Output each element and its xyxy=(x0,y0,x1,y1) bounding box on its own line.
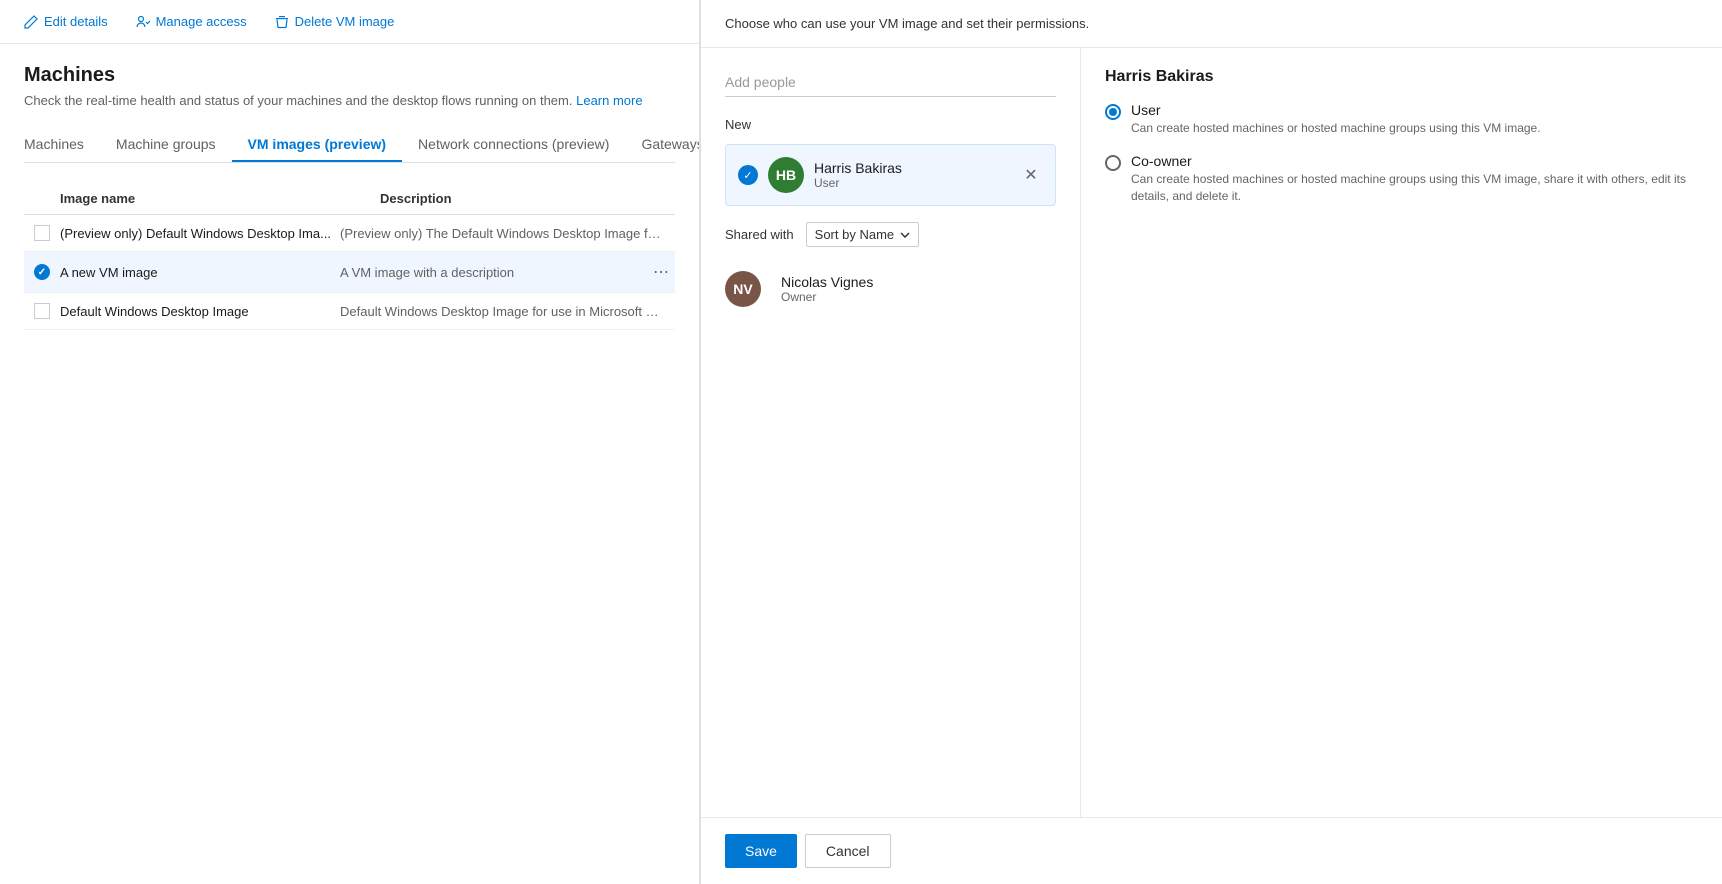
people-section: New HB Harris Bakiras User ✕ Shared with… xyxy=(701,48,1081,817)
tab-machines[interactable]: Machines xyxy=(24,128,100,162)
permissions-section: Harris Bakiras User Can create hosted ma… xyxy=(1081,48,1722,817)
chevron-down-icon xyxy=(900,232,910,238)
radio-user-input[interactable] xyxy=(1105,104,1121,120)
shared-with-row: Shared with Sort by Name xyxy=(725,222,1056,247)
unchecked-icon xyxy=(34,303,50,319)
page-content: Machines Check the real-time health and … xyxy=(0,44,699,884)
manage-access-footer: Save Cancel xyxy=(701,817,1722,884)
radio-option-user[interactable]: User Can create hosted machines or hoste… xyxy=(1105,102,1698,137)
person-info-hb: Harris Bakiras User xyxy=(814,160,1019,190)
learn-more-link[interactable]: Learn more xyxy=(576,93,642,108)
remove-person-button[interactable]: ✕ xyxy=(1019,163,1043,187)
radio-coowner-content: Co-owner Can create hosted machines or h… xyxy=(1131,153,1698,205)
page-title: Machines xyxy=(24,64,675,87)
people-icon xyxy=(136,15,150,29)
row-desc-1: (Preview only) The Default Windows Deskt… xyxy=(340,226,675,241)
row-checkbox-2 xyxy=(24,264,60,280)
radio-user-label: User xyxy=(1131,102,1541,118)
owner-row-nv: NV Nicolas Vignes Owner xyxy=(725,263,1056,315)
tabs-container: Machines Machine groups VM images (previ… xyxy=(24,128,675,163)
table-row[interactable]: Default Windows Desktop Image Default Wi… xyxy=(24,293,675,330)
person-name-hb: Harris Bakiras xyxy=(814,160,1019,176)
avatar-initials-hb: HB xyxy=(776,167,796,183)
row-name-3: Default Windows Desktop Image xyxy=(60,304,340,319)
table-row[interactable]: (Preview only) Default Windows Desktop I… xyxy=(24,215,675,252)
row-name-1: (Preview only) Default Windows Desktop I… xyxy=(60,226,340,241)
delete-vm-image-button[interactable]: Delete VM image xyxy=(271,10,399,33)
person-role-hb: User xyxy=(814,176,1019,190)
row-desc-3: Default Windows Desktop Image for use in… xyxy=(340,304,675,319)
row-name-2: A new VM image xyxy=(60,265,340,280)
row-checkbox-1 xyxy=(24,225,60,241)
tab-gateways[interactable]: Gateways xyxy=(625,128,699,162)
person-card-hb[interactable]: HB Harris Bakiras User ✕ xyxy=(725,144,1056,206)
cancel-button[interactable]: Cancel xyxy=(805,834,891,868)
delete-vm-image-label: Delete VM image xyxy=(295,14,395,29)
person-name-nv: Nicolas Vignes xyxy=(781,274,1056,290)
radio-coowner-label: Co-owner xyxy=(1131,153,1698,169)
manage-access-button[interactable]: Manage access xyxy=(132,10,251,33)
table-body: (Preview only) Default Windows Desktop I… xyxy=(24,215,675,330)
tab-machine-groups[interactable]: Machine groups xyxy=(100,128,232,162)
manage-access-description: Choose who can use your VM image and set… xyxy=(725,16,1089,31)
person-selected-check xyxy=(738,165,758,185)
person-role-nv: Owner xyxy=(781,290,1056,304)
toolbar: Edit details Manage access Delete VM ima… xyxy=(0,0,699,44)
table-header: Image name Description xyxy=(24,183,675,215)
page-description: Check the real-time health and status of… xyxy=(24,93,675,108)
shared-with-label: Shared with xyxy=(725,227,794,242)
row-desc-2: A VM image with a description xyxy=(340,265,647,280)
row-checkbox-3 xyxy=(24,303,60,319)
col-header-name: Image name xyxy=(60,191,380,206)
manage-access-panel: Choose who can use your VM image and set… xyxy=(700,0,1722,884)
edit-icon xyxy=(24,15,38,29)
radio-user-content: User Can create hosted machines or hoste… xyxy=(1131,102,1541,137)
edit-details-button[interactable]: Edit details xyxy=(20,10,112,33)
manage-access-header: Choose who can use your VM image and set… xyxy=(701,0,1722,48)
sort-label: Sort by Name xyxy=(815,227,894,242)
manage-access-body: New HB Harris Bakiras User ✕ Shared with… xyxy=(701,48,1722,817)
manage-access-label: Manage access xyxy=(156,14,247,29)
checked-icon xyxy=(34,264,50,280)
permissions-person-title: Harris Bakiras xyxy=(1105,68,1698,86)
row-menu-button[interactable]: ⋯ xyxy=(647,262,675,282)
sort-select[interactable]: Sort by Name xyxy=(806,222,919,247)
avatar-hb: HB xyxy=(768,157,804,193)
add-people-input[interactable] xyxy=(725,68,1056,97)
avatar-initials-nv: NV xyxy=(733,281,752,297)
page-desc-text: Check the real-time health and status of… xyxy=(24,93,572,108)
save-button[interactable]: Save xyxy=(725,834,797,868)
tab-network-connections[interactable]: Network connections (preview) xyxy=(402,128,625,162)
tab-vm-images[interactable]: VM images (preview) xyxy=(232,128,403,162)
col-header-desc: Description xyxy=(380,191,639,206)
unchecked-icon xyxy=(34,225,50,241)
person-info-nv: Nicolas Vignes Owner xyxy=(781,274,1056,304)
delete-icon xyxy=(275,15,289,29)
new-section-label: New xyxy=(725,117,1056,132)
avatar-nv: NV xyxy=(725,271,761,307)
table-row[interactable]: A new VM image A VM image with a descrip… xyxy=(24,252,675,293)
radio-user-desc: Can create hosted machines or hosted mac… xyxy=(1131,120,1541,137)
edit-details-label: Edit details xyxy=(44,14,108,29)
radio-option-coowner[interactable]: Co-owner Can create hosted machines or h… xyxy=(1105,153,1698,205)
radio-coowner-desc: Can create hosted machines or hosted mac… xyxy=(1131,171,1698,205)
radio-coowner-input[interactable] xyxy=(1105,155,1121,171)
left-panel: Edit details Manage access Delete VM ima… xyxy=(0,0,700,884)
